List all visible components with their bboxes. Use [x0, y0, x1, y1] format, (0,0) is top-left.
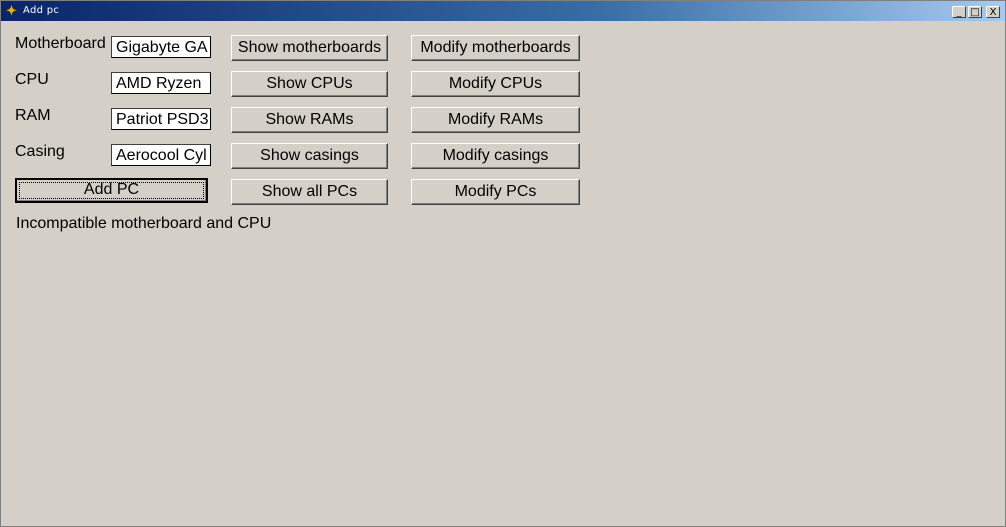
show-all-pcs-button[interactable]: Show all PCs — [231, 179, 388, 205]
ram-label: RAM — [15, 107, 51, 124]
app-icon: ✦ — [6, 3, 17, 18]
show-cpus-button[interactable]: Show CPUs — [231, 71, 388, 97]
minimize-button[interactable]: _ — [952, 6, 966, 18]
casing-label: Casing — [15, 143, 65, 160]
cpu-label: CPU — [15, 71, 49, 88]
status-message: Incompatible motherboard and CPU — [16, 215, 272, 232]
casing-field[interactable]: Aerocool Cyl — [111, 144, 211, 166]
cpu-field[interactable]: AMD Ryzen — [111, 72, 211, 94]
show-casings-button[interactable]: Show casings — [231, 143, 388, 169]
add-pc-window: ✦ Add pc _ □ X Motherboard CPU RAM Casin… — [0, 0, 1006, 527]
window-title: Add pc — [23, 5, 60, 16]
maximize-button[interactable]: □ — [968, 6, 982, 18]
show-rams-button[interactable]: Show RAMs — [231, 107, 388, 133]
focus-ring — [19, 182, 204, 199]
ram-field[interactable]: Patriot PSD3 — [111, 108, 211, 130]
modify-motherboards-button[interactable]: Modify motherboards — [411, 35, 580, 61]
title-bar[interactable]: ✦ Add pc _ □ X — [1, 1, 1005, 21]
add-pc-button[interactable]: Add PC — [15, 178, 208, 203]
modify-cpus-button[interactable]: Modify CPUs — [411, 71, 580, 97]
modify-casings-button[interactable]: Modify casings — [411, 143, 580, 169]
show-motherboards-button[interactable]: Show motherboards — [231, 35, 388, 61]
modify-pcs-button[interactable]: Modify PCs — [411, 179, 580, 205]
close-button[interactable]: X — [986, 6, 1000, 18]
modify-rams-button[interactable]: Modify RAMs — [411, 107, 580, 133]
motherboard-label: Motherboard — [15, 35, 106, 52]
motherboard-field[interactable]: Gigabyte GA — [111, 36, 211, 58]
